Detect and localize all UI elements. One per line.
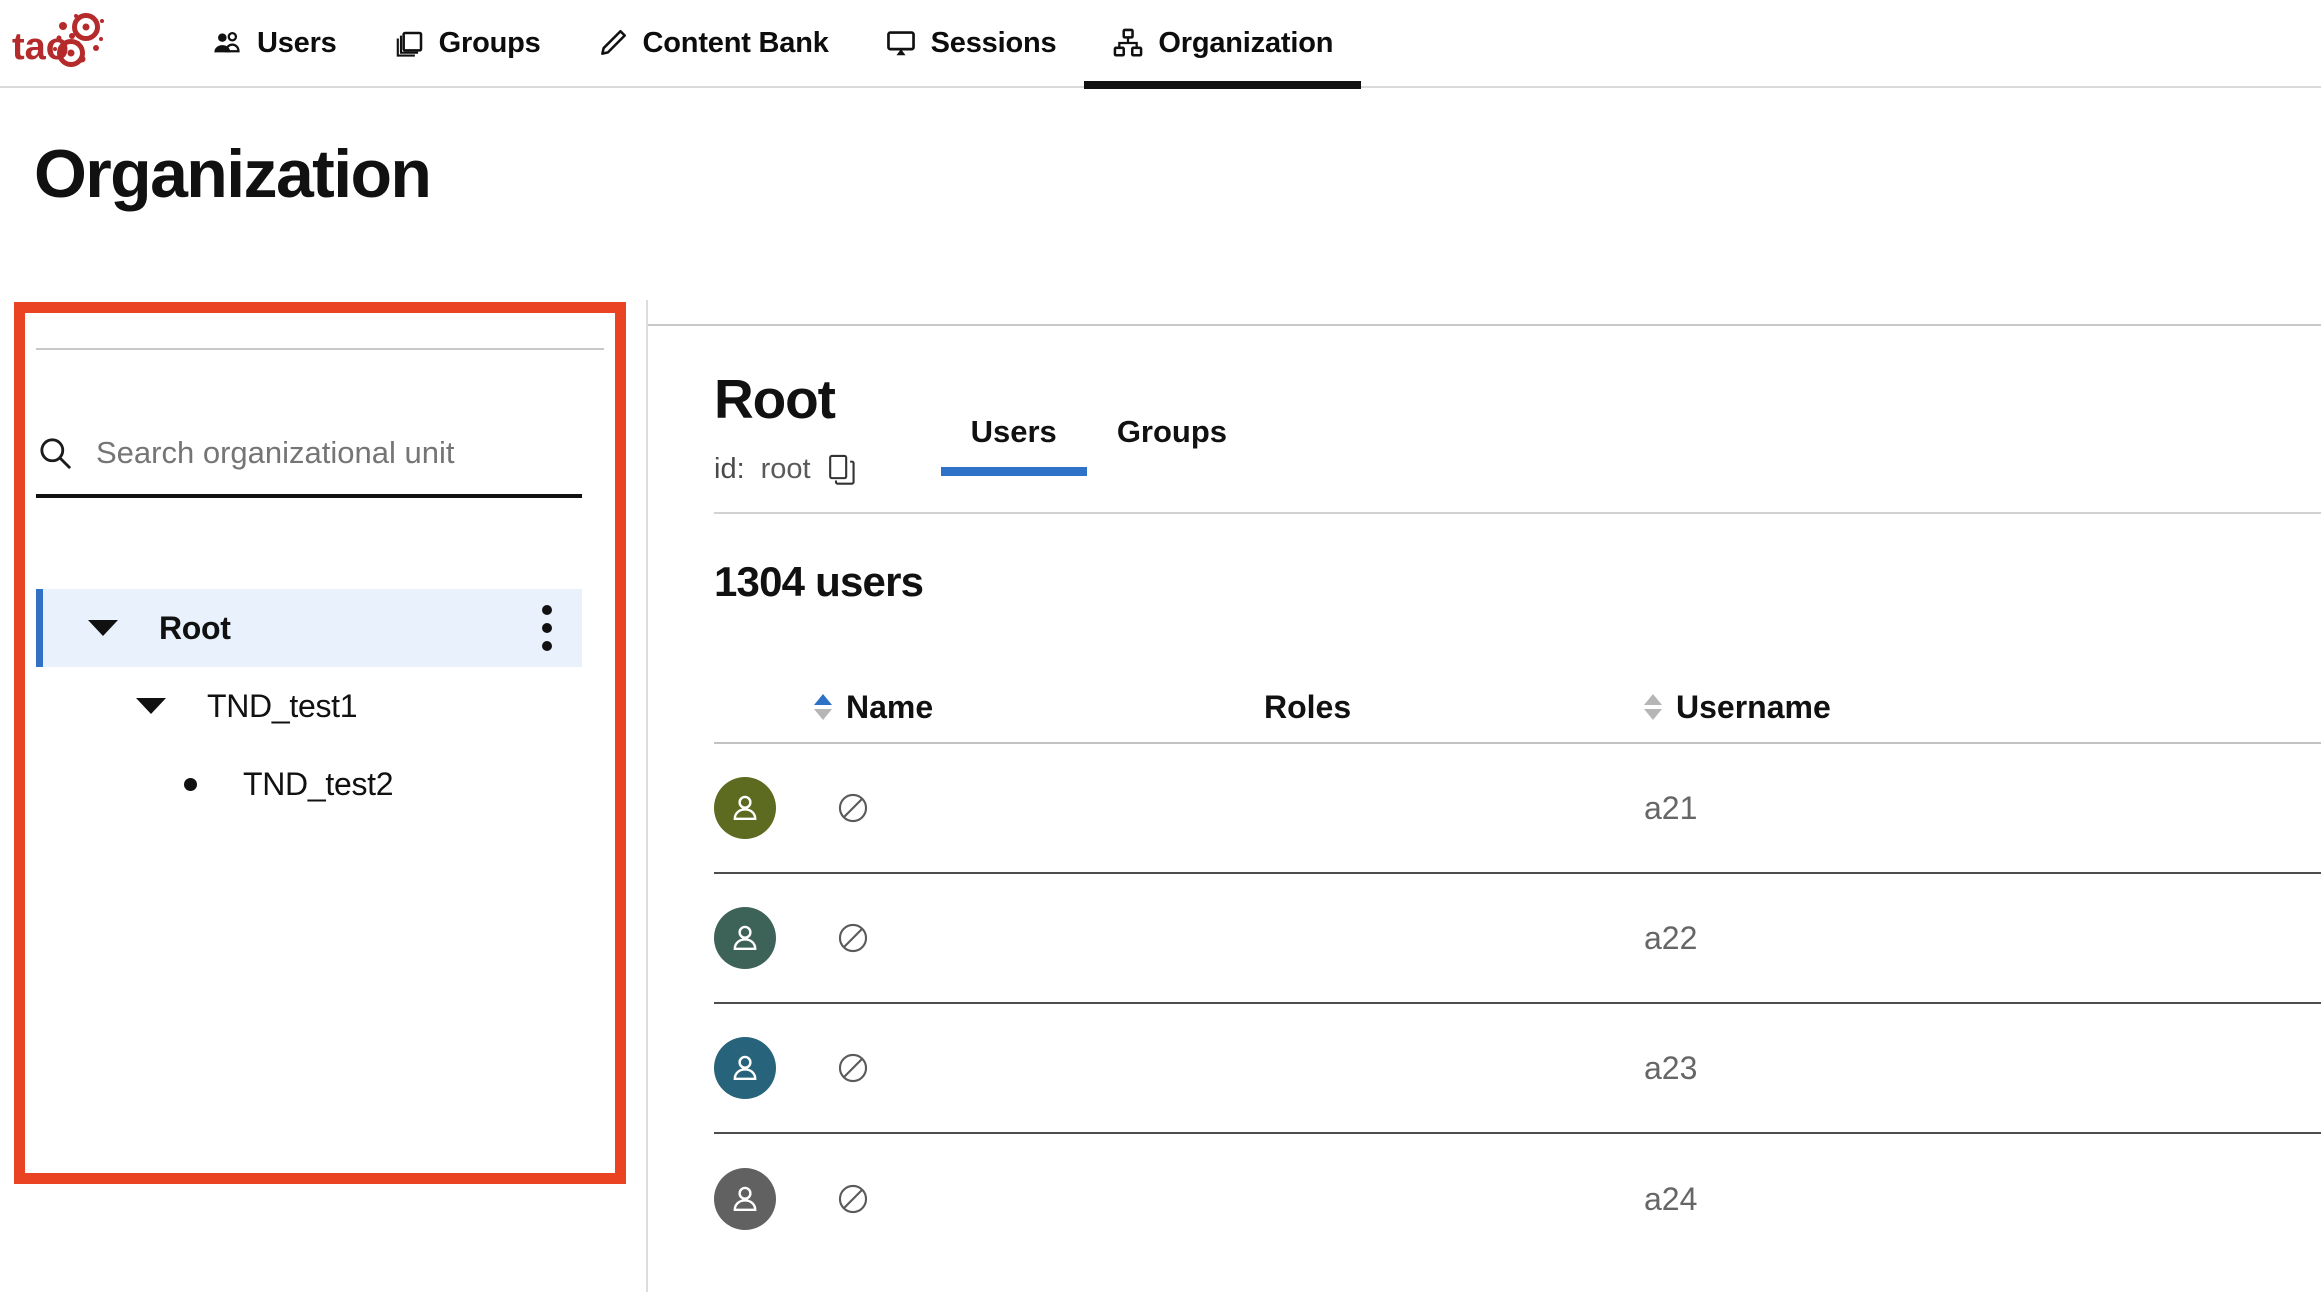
- table-header-name[interactable]: Name: [814, 689, 1264, 726]
- avatar: [714, 1037, 776, 1099]
- caret-down-icon[interactable]: [136, 698, 166, 714]
- tao-logo[interactable]: tao: [10, 12, 115, 74]
- sort-indicator-username[interactable]: [1644, 694, 1662, 720]
- tree-node-root[interactable]: Root: [36, 589, 582, 667]
- tab-label: Groups: [1117, 414, 1227, 449]
- user-name-cell: [814, 921, 1264, 955]
- user-name-cell: [814, 1051, 1264, 1085]
- org-unit-id-row: id: root: [714, 453, 857, 486]
- users-icon: [211, 27, 243, 59]
- no-value-icon: [836, 921, 870, 955]
- users-table: Name Roles Username: [714, 672, 2321, 1264]
- username-value: a21: [1644, 790, 1697, 827]
- tree-node-label: TND_test1: [207, 688, 357, 725]
- detail-header-identity: Root id: root: [714, 372, 857, 486]
- pencil-icon: [597, 27, 629, 59]
- tab-users[interactable]: Users: [941, 414, 1087, 456]
- org-unit-id-value: root: [761, 453, 811, 486]
- table-header-label: Name: [846, 689, 933, 726]
- tree-node-label: TND_test2: [243, 766, 393, 803]
- table-header-roles[interactable]: Roles: [1264, 689, 1644, 726]
- person-icon: [728, 1051, 762, 1085]
- search-organizational-unit-row[interactable]: [36, 434, 582, 498]
- user-name-cell: [814, 791, 1264, 825]
- caret-down-icon[interactable]: [88, 620, 118, 636]
- nav-item-label: Organization: [1158, 29, 1333, 58]
- org-chart-icon: [1112, 27, 1144, 59]
- sort-indicator-name[interactable]: [814, 694, 832, 720]
- nav-item-label: Content Bank: [643, 29, 829, 58]
- nav-item-sessions[interactable]: Sessions: [857, 0, 1085, 87]
- tree-node-tnd-test2[interactable]: TND_test2: [36, 745, 582, 823]
- user-username-cell: a22: [1644, 920, 2064, 957]
- avatar: [714, 777, 776, 839]
- copy-icon[interactable]: [827, 454, 857, 486]
- table-header-label: Username: [1676, 689, 1831, 726]
- org-unit-title: Root: [714, 372, 857, 427]
- no-value-icon: [836, 791, 870, 825]
- table-row[interactable]: a22: [714, 874, 2321, 1004]
- panel-divider: [36, 348, 604, 350]
- search-input[interactable]: [96, 435, 582, 471]
- bullet-icon: [184, 778, 197, 791]
- kebab-menu-icon[interactable]: [542, 605, 552, 651]
- nav-item-label: Users: [257, 29, 337, 58]
- user-avatar-cell: [714, 1168, 814, 1230]
- no-value-icon: [836, 1051, 870, 1085]
- users-count: 1304 users: [714, 558, 2321, 606]
- detail-header-divider: [714, 512, 2321, 514]
- table-row[interactable]: a24: [714, 1134, 2321, 1264]
- search-icon: [36, 434, 74, 472]
- organization-tree-panel: Root TND_test1 TND_test2: [0, 300, 648, 1292]
- nav-items: Users Groups Content Bank Sessions: [183, 0, 1361, 87]
- monitor-icon: [885, 27, 917, 59]
- user-username-cell: a24: [1644, 1181, 2064, 1218]
- user-avatar-cell: [714, 907, 814, 969]
- org-unit-tree: Root TND_test1 TND_test2: [36, 589, 582, 823]
- tao-logo-icon: tao: [10, 12, 115, 74]
- table-row[interactable]: a21: [714, 744, 2321, 874]
- nav-item-users[interactable]: Users: [183, 0, 365, 87]
- nav-item-groups[interactable]: Groups: [365, 0, 569, 87]
- user-name-cell: [814, 1182, 1264, 1216]
- nav-item-label: Sessions: [931, 29, 1057, 58]
- user-avatar-cell: [714, 777, 814, 839]
- table-header-label: Roles: [1264, 689, 1351, 726]
- avatar: [714, 1168, 776, 1230]
- user-avatar-cell: [714, 1037, 814, 1099]
- nav-item-organization[interactable]: Organization: [1084, 0, 1361, 87]
- top-navigation-bar: tao Users: [0, 0, 2321, 88]
- table-header-username[interactable]: Username: [1644, 689, 2064, 726]
- no-value-icon: [836, 1182, 870, 1216]
- username-value: a22: [1644, 920, 1697, 957]
- user-username-cell: a21: [1644, 790, 2064, 827]
- avatar: [714, 907, 776, 969]
- nav-item-label: Groups: [439, 29, 541, 58]
- org-unit-id-label: id:: [714, 453, 745, 486]
- tab-label: Users: [971, 414, 1057, 449]
- groups-icon: [393, 27, 425, 59]
- tab-groups[interactable]: Groups: [1087, 414, 1257, 456]
- person-icon: [728, 1182, 762, 1216]
- page-title: Organization: [34, 140, 2321, 208]
- nav-item-content-bank[interactable]: Content Bank: [569, 0, 857, 87]
- tree-node-label: Root: [159, 610, 231, 647]
- person-icon: [728, 921, 762, 955]
- username-value: a23: [1644, 1050, 1697, 1087]
- username-value: a24: [1644, 1181, 1697, 1218]
- content-area: Root TND_test1 TND_test2: [0, 300, 2321, 1292]
- table-row[interactable]: a23: [714, 1004, 2321, 1134]
- person-icon: [728, 791, 762, 825]
- detail-header: Root id: root Users Groups: [714, 300, 2321, 486]
- user-username-cell: a23: [1644, 1050, 2064, 1087]
- org-unit-detail-pane: Root id: root Users Groups: [648, 300, 2321, 1292]
- detail-tabs: Users Groups: [941, 372, 1257, 456]
- users-table-header: Name Roles Username: [714, 672, 2321, 744]
- tree-node-tnd-test1[interactable]: TND_test1: [36, 667, 582, 745]
